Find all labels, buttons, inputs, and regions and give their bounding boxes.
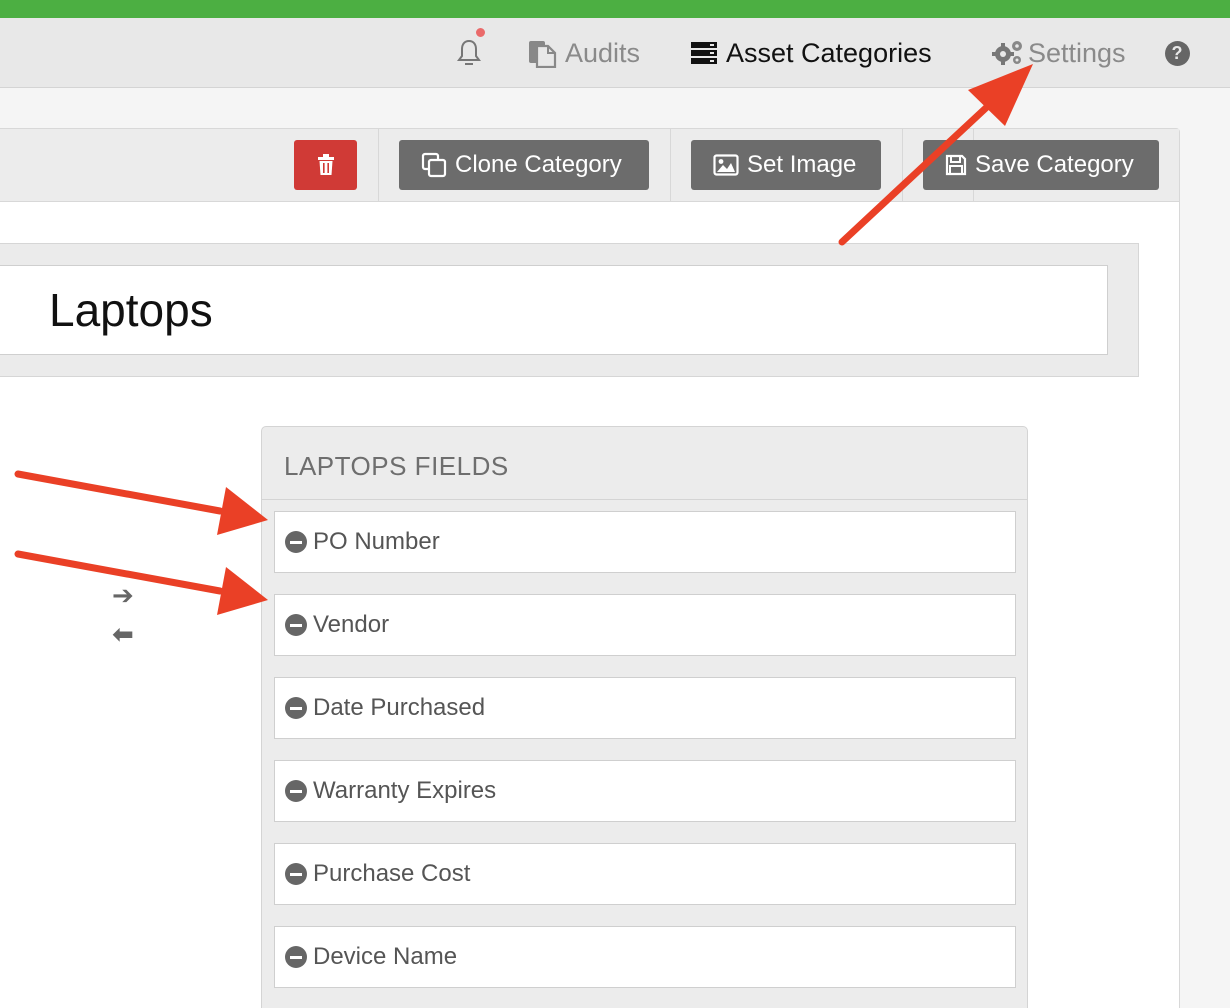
category-name-input[interactable]: Laptops	[0, 265, 1108, 355]
field-label: PO Number	[313, 528, 440, 555]
nav-settings[interactable]: Settings	[992, 18, 1126, 88]
remove-field-icon[interactable]	[285, 780, 307, 802]
delete-category-button[interactable]	[294, 140, 357, 190]
field-item[interactable]: Date Purchased	[274, 677, 1016, 739]
bell-icon	[457, 39, 481, 65]
documents-icon	[529, 41, 557, 68]
nav-asset-categories[interactable]: Asset Categories	[690, 18, 932, 88]
set-image-label: Set Image	[747, 151, 857, 178]
clone-category-button[interactable]: Clone Category	[399, 140, 649, 190]
top-navbar: Audits Asset Categories Settings ?	[0, 18, 1230, 88]
field-item[interactable]: PO Number	[274, 511, 1016, 573]
toolbar-divider	[902, 129, 903, 202]
category-name-section: Laptops	[0, 243, 1139, 377]
server-list-icon	[691, 42, 717, 64]
field-label: Purchase Cost	[313, 860, 471, 887]
field-item[interactable]: Warranty Expires	[274, 760, 1016, 822]
nav-settings-label: Settings	[1028, 37, 1126, 68]
category-name-value: Laptops	[49, 284, 213, 336]
help-button[interactable]: ?	[1164, 18, 1190, 88]
field-label: Device Name	[313, 943, 458, 970]
remove-field-icon[interactable]	[285, 946, 307, 968]
fields-panel-divider	[262, 499, 1027, 500]
remove-field-icon[interactable]	[285, 531, 307, 553]
move-left-arrow-icon[interactable]: ⬅	[112, 619, 134, 650]
remove-field-icon[interactable]	[285, 697, 307, 719]
toolbar-divider	[378, 129, 379, 202]
move-right-arrow-icon[interactable]: ➔	[112, 580, 134, 611]
trash-icon	[317, 154, 334, 175]
field-item[interactable]: Device Name	[274, 926, 1016, 988]
nav-audits[interactable]: Audits	[527, 18, 640, 88]
notification-badge	[474, 26, 487, 39]
field-item[interactable]: Vendor	[274, 594, 1016, 656]
remove-field-icon[interactable]	[285, 614, 307, 636]
save-disk-icon	[945, 154, 967, 176]
field-label: Date Purchased	[313, 694, 486, 721]
fields-panel-title: LAPTOPS FIELDS	[284, 451, 509, 481]
category-toolbar: Clone Category Set Image Save Category	[0, 129, 1179, 202]
top-accent-bar	[0, 0, 1230, 18]
nav-asset-categories-label: Asset Categories	[726, 37, 932, 68]
save-category-button[interactable]: Save Category	[923, 140, 1159, 190]
field-item[interactable]: Purchase Cost	[274, 843, 1016, 905]
toolbar-divider	[670, 129, 671, 202]
field-label: Warranty Expires	[313, 777, 497, 804]
remove-field-icon[interactable]	[285, 863, 307, 885]
set-image-button[interactable]: Set Image	[691, 140, 881, 190]
image-icon	[713, 154, 739, 176]
gears-icon	[992, 41, 1022, 65]
category-fields-panel: LAPTOPS FIELDS PO Number Vendor Date Pur…	[261, 426, 1028, 1008]
help-icon: ?	[1164, 40, 1190, 66]
field-label: Vendor	[313, 611, 390, 638]
clone-category-label: Clone Category	[455, 151, 622, 178]
nav-audits-label: Audits	[565, 37, 641, 68]
clone-icon	[421, 152, 447, 178]
notifications-button[interactable]	[452, 18, 487, 88]
save-category-label: Save Category	[975, 151, 1134, 178]
